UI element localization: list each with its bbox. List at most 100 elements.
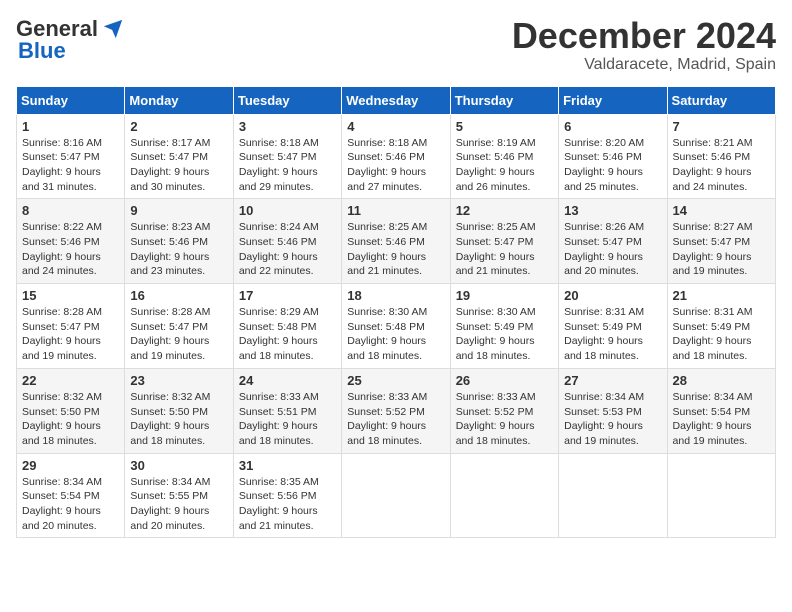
calendar-cell: 28 Sunrise: 8:34 AMSunset: 5:54 PMDayligh… [667,368,775,453]
calendar-cell: 3 Sunrise: 8:18 AMSunset: 5:47 PMDaylight… [233,114,341,199]
calendar-cell [342,453,450,538]
calendar-cell: 24 Sunrise: 8:33 AMSunset: 5:51 PMDayligh… [233,368,341,453]
calendar-week-2: 8 Sunrise: 8:22 AMSunset: 5:46 PMDaylight… [17,199,776,284]
day-number: 14 [673,203,770,218]
calendar-cell: 15 Sunrise: 8:28 AMSunset: 5:47 PMDayligh… [17,284,125,369]
calendar-header-saturday: Saturday [667,86,775,114]
calendar-header-wednesday: Wednesday [342,86,450,114]
calendar-cell [559,453,667,538]
calendar-cell: 1Sunrise: 8:16 AMSunset: 5:47 PMDaylight… [17,114,125,199]
day-info: Sunrise: 8:34 AMSunset: 5:54 PMDaylight:… [673,390,770,449]
day-info: Sunrise: 8:30 AMSunset: 5:48 PMDaylight:… [347,305,444,364]
day-info: Sunrise: 8:32 AMSunset: 5:50 PMDaylight:… [130,390,227,449]
day-info: Sunrise: 8:18 AMSunset: 5:46 PMDaylight:… [347,136,444,195]
title-area: December 2024 Valdaracete, Madrid, Spain [512,16,776,74]
day-number: 18 [347,288,444,303]
calendar-cell: 2 Sunrise: 8:17 AMSunset: 5:47 PMDaylight… [125,114,233,199]
calendar-header-sunday: Sunday [17,86,125,114]
day-number: 28 [673,373,770,388]
day-info: Sunrise: 8:18 AMSunset: 5:47 PMDaylight:… [239,136,336,195]
day-number: 23 [130,373,227,388]
day-info: Sunrise: 8:20 AMSunset: 5:46 PMDaylight:… [564,136,661,195]
calendar-cell: 29 Sunrise: 8:34 AMSunset: 5:54 PMDayligh… [17,453,125,538]
calendar-cell: 13 Sunrise: 8:26 AMSunset: 5:47 PMDayligh… [559,199,667,284]
day-number: 3 [239,119,336,134]
calendar-cell: 12 Sunrise: 8:25 AMSunset: 5:47 PMDayligh… [450,199,558,284]
day-info: Sunrise: 8:31 AMSunset: 5:49 PMDaylight:… [673,305,770,364]
day-info: Sunrise: 8:25 AMSunset: 5:46 PMDaylight:… [347,220,444,279]
calendar-cell: 16Sunrise: 8:28 AMSunset: 5:47 PMDayligh… [125,284,233,369]
day-number: 29 [22,458,119,473]
calendar-header-tuesday: Tuesday [233,86,341,114]
calendar-week-1: 1Sunrise: 8:16 AMSunset: 5:47 PMDaylight… [17,114,776,199]
calendar-header-friday: Friday [559,86,667,114]
day-info: Sunrise: 8:17 AMSunset: 5:47 PMDaylight:… [130,136,227,195]
day-number: 2 [130,119,227,134]
day-number: 26 [456,373,553,388]
logo-blue-text: Blue [18,38,66,64]
day-info: Sunrise: 8:34 AMSunset: 5:54 PMDaylight:… [22,475,119,534]
calendar-cell: 27Sunrise: 8:34 AMSunset: 5:53 PMDayligh… [559,368,667,453]
day-info: Sunrise: 8:19 AMSunset: 5:46 PMDaylight:… [456,136,553,195]
day-number: 11 [347,203,444,218]
calendar-week-3: 15 Sunrise: 8:28 AMSunset: 5:47 PMDayligh… [17,284,776,369]
day-info: Sunrise: 8:28 AMSunset: 5:47 PMDaylight:… [130,305,227,364]
day-info: Sunrise: 8:33 AMSunset: 5:52 PMDaylight:… [456,390,553,449]
header: General Blue December 2024 Valdaracete, … [16,16,776,74]
day-number: 24 [239,373,336,388]
calendar-header-monday: Monday [125,86,233,114]
calendar-cell: 26 Sunrise: 8:33 AMSunset: 5:52 PMDayligh… [450,368,558,453]
day-number: 15 [22,288,119,303]
calendar-cell: 21 Sunrise: 8:31 AMSunset: 5:49 PMDayligh… [667,284,775,369]
day-info: Sunrise: 8:33 AMSunset: 5:52 PMDaylight:… [347,390,444,449]
day-info: Sunrise: 8:28 AMSunset: 5:47 PMDaylight:… [22,305,119,364]
day-number: 21 [673,288,770,303]
day-number: 17 [239,288,336,303]
calendar-cell: 25 Sunrise: 8:33 AMSunset: 5:52 PMDayligh… [342,368,450,453]
calendar-cell [667,453,775,538]
calendar-week-5: 29 Sunrise: 8:34 AMSunset: 5:54 PMDayligh… [17,453,776,538]
logo-bird-icon [102,18,124,40]
day-number: 30 [130,458,227,473]
day-info: Sunrise: 8:22 AMSunset: 5:46 PMDaylight:… [22,220,119,279]
day-info: Sunrise: 8:31 AMSunset: 5:49 PMDaylight:… [564,305,661,364]
calendar-header-thursday: Thursday [450,86,558,114]
calendar-cell: 5 Sunrise: 8:19 AMSunset: 5:46 PMDaylight… [450,114,558,199]
calendar-header-row: SundayMondayTuesdayWednesdayThursdayFrid… [17,86,776,114]
day-number: 7 [673,119,770,134]
day-number: 22 [22,373,119,388]
calendar-cell [450,453,558,538]
calendar-cell: 11 Sunrise: 8:25 AMSunset: 5:46 PMDayligh… [342,199,450,284]
day-info: Sunrise: 8:34 AMSunset: 5:53 PMDaylight:… [564,390,661,449]
calendar-week-4: 22 Sunrise: 8:32 AMSunset: 5:50 PMDayligh… [17,368,776,453]
calendar-cell: 17 Sunrise: 8:29 AMSunset: 5:48 PMDayligh… [233,284,341,369]
day-info: Sunrise: 8:33 AMSunset: 5:51 PMDaylight:… [239,390,336,449]
calendar-cell: 23 Sunrise: 8:32 AMSunset: 5:50 PMDayligh… [125,368,233,453]
day-info: Sunrise: 8:32 AMSunset: 5:50 PMDaylight:… [22,390,119,449]
calendar-cell: 20 Sunrise: 8:31 AMSunset: 5:49 PMDayligh… [559,284,667,369]
day-info: Sunrise: 8:29 AMSunset: 5:48 PMDaylight:… [239,305,336,364]
calendar-cell: 9 Sunrise: 8:23 AMSunset: 5:46 PMDaylight… [125,199,233,284]
day-info: Sunrise: 8:24 AMSunset: 5:46 PMDaylight:… [239,220,336,279]
day-number: 8 [22,203,119,218]
day-number: 10 [239,203,336,218]
day-number: 5 [456,119,553,134]
day-info: Sunrise: 8:21 AMSunset: 5:46 PMDaylight:… [673,136,770,195]
day-number: 20 [564,288,661,303]
calendar-cell: 6 Sunrise: 8:20 AMSunset: 5:46 PMDaylight… [559,114,667,199]
calendar-cell: 22 Sunrise: 8:32 AMSunset: 5:50 PMDayligh… [17,368,125,453]
day-info: Sunrise: 8:25 AMSunset: 5:47 PMDaylight:… [456,220,553,279]
day-number: 13 [564,203,661,218]
day-info: Sunrise: 8:23 AMSunset: 5:46 PMDaylight:… [130,220,227,279]
calendar-cell: 19 Sunrise: 8:30 AMSunset: 5:49 PMDayligh… [450,284,558,369]
calendar-body: 1Sunrise: 8:16 AMSunset: 5:47 PMDaylight… [17,114,776,538]
day-info: Sunrise: 8:26 AMSunset: 5:47 PMDaylight:… [564,220,661,279]
day-number: 9 [130,203,227,218]
day-number: 19 [456,288,553,303]
calendar-cell: 10 Sunrise: 8:24 AMSunset: 5:46 PMDayligh… [233,199,341,284]
day-number: 12 [456,203,553,218]
logo: General Blue [16,16,124,64]
day-number: 25 [347,373,444,388]
day-info: Sunrise: 8:30 AMSunset: 5:49 PMDaylight:… [456,305,553,364]
day-number: 6 [564,119,661,134]
